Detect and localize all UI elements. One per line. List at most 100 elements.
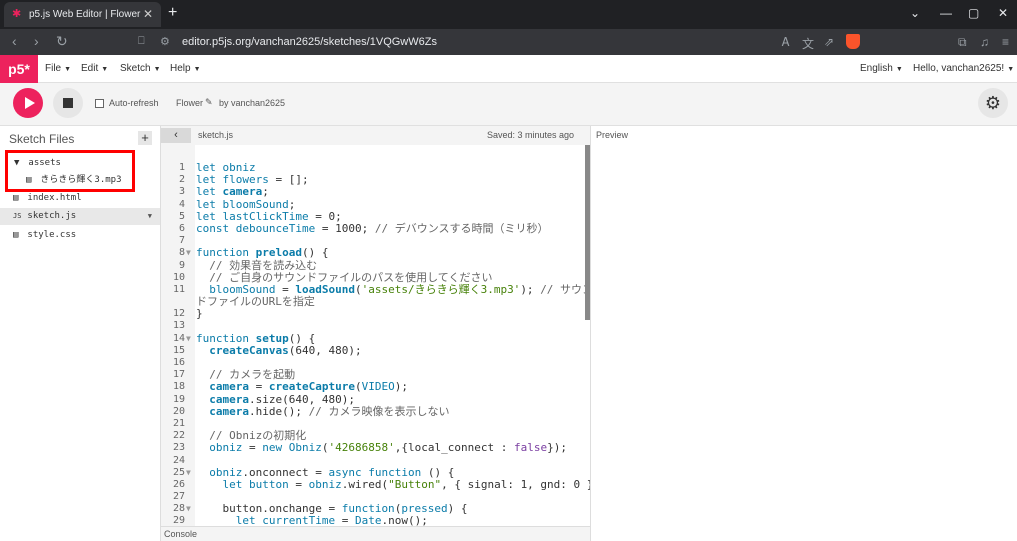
chevron-down-icon: ▼ (153, 66, 161, 73)
add-file-button[interactable]: + (138, 131, 152, 145)
back-icon[interactable]: ‹ (12, 33, 17, 49)
chevron-down-icon: ▼ (1007, 66, 1015, 73)
line-number: 12 (172, 308, 185, 320)
reload-icon[interactable]: ↻ (56, 33, 68, 50)
browser-tabbar: ✱ p5.js Web Editor | Flower ✕ + ⌄ — ▢ ✕ (0, 0, 1017, 29)
menu-sketch-label: Sketch (120, 63, 151, 74)
new-tab-icon[interactable]: + (168, 4, 177, 22)
url-field[interactable]: ⚙ editor.p5js.org/vanchan2625/sketches/1… (160, 33, 860, 52)
sketch-name[interactable]: Flower (176, 98, 203, 108)
line-number: 23 (172, 442, 185, 454)
line-number: 4 (178, 198, 185, 210)
line-number: 17 (172, 369, 185, 381)
bookmark-icon[interactable]: ⎕ (138, 35, 145, 48)
line-number: 22 (172, 430, 185, 442)
media-icon[interactable]: ♫ (980, 35, 989, 49)
translate-icon[interactable]: 文 (802, 35, 814, 52)
js-file-icon: JS (13, 212, 22, 220)
line-number: 24 (172, 454, 185, 466)
close-window-icon[interactable]: ✕ (998, 6, 1008, 20)
chevron-down-icon[interactable]: ▼ (148, 208, 152, 225)
code-editor[interactable]: 1 let obniz 2 let flowers = []; 3 let camer… (161, 145, 590, 526)
settings-button[interactable]: ⚙ (978, 88, 1008, 118)
menu-sketch[interactable]: Sketch ▼ (120, 63, 161, 74)
line-number: 19 (172, 393, 185, 405)
line-number: 11 (172, 283, 185, 295)
url-text: editor.p5js.org/vanchan2625/sketches/1VQ… (182, 36, 437, 48)
sidebar-title: Sketch Files (9, 132, 75, 146)
menu-icon[interactable]: ≡ (1002, 35, 1009, 49)
chevron-down-icon: ▼ (64, 66, 72, 73)
file-label: sketch.js (27, 211, 77, 221)
language-label: English (860, 63, 893, 74)
brave-shield-icon[interactable] (846, 34, 860, 49)
stop-button[interactable] (53, 88, 83, 118)
browser-tab[interactable]: ✱ p5.js Web Editor | Flower ✕ (4, 2, 161, 27)
line-number: 16 (172, 357, 185, 369)
menu-edit-label: Edit (81, 63, 99, 74)
share-icon[interactable]: ⇗ (824, 35, 834, 49)
reader-mode-icon[interactable]: Ꭺ (782, 35, 790, 50)
sketch-toolbar: Auto-refresh Flower ✎ by vanchan2625 ⚙ (0, 83, 1017, 126)
file-item-style[interactable]: ▤ style.css (0, 227, 160, 244)
collapse-sidebar-button[interactable]: ‹ (161, 128, 191, 143)
chevron-down-icon: ▼ (193, 66, 201, 73)
menu-file-label: File (45, 63, 62, 74)
line-number: 9 (178, 259, 185, 271)
console-label: Console (164, 529, 198, 539)
p5-logo[interactable]: p5* (0, 55, 38, 83)
file-item-sketch[interactable]: JS sketch.js ▼ (0, 208, 160, 225)
line-number: 26 (172, 478, 185, 490)
p5-asterisk-icon: ✱ (12, 8, 22, 20)
line-number: 6 (178, 222, 185, 234)
line-number: 21 (172, 417, 185, 429)
line-number: 27 (172, 491, 185, 503)
line-number: 28 (172, 503, 185, 515)
preview-label: Preview (596, 130, 629, 140)
auto-refresh-label: Auto-refresh (109, 98, 159, 108)
chevron-down-icon: ▼ (895, 66, 903, 73)
auto-refresh-checkbox[interactable] (95, 99, 104, 108)
app-header: p5* File ▼ Edit ▼ Sketch ▼ Help ▼ English ▼ H… (0, 55, 1017, 83)
file-label: style.css (27, 230, 77, 240)
line-number: 1 (178, 162, 185, 173)
file-label: index.html (27, 193, 82, 203)
browser-window: ✱ p5.js Web Editor | Flower ✕ + ⌄ — ▢ ✕ … (0, 0, 1017, 541)
maximize-icon[interactable]: ▢ (968, 6, 979, 20)
menu-edit[interactable]: Edit ▼ (81, 63, 108, 74)
file-item-index[interactable]: ▤ index.html (0, 190, 160, 207)
line-number: 20 (172, 405, 185, 417)
tab-search-icon[interactable]: ⌄ (910, 6, 920, 20)
minimize-icon[interactable]: — (940, 6, 952, 20)
extensions-icon[interactable]: ⧉ (958, 35, 967, 50)
line-number: 14 (172, 332, 185, 344)
menu-help[interactable]: Help ▼ (170, 63, 201, 74)
code-area[interactable]: 1 let obniz 2 let flowers = []; 3 let camer… (161, 161, 590, 526)
user-menu[interactable]: Hello, vanchan2625! ▼ (913, 63, 1014, 74)
file-icon: ▤ (13, 193, 19, 203)
play-button[interactable] (13, 88, 43, 118)
pencil-icon[interactable]: ✎ (205, 97, 213, 108)
close-tab-icon[interactable]: ✕ (143, 7, 153, 21)
user-greeting: Hello, vanchan2625! (913, 63, 1005, 74)
file-icon: ▤ (13, 230, 19, 240)
menu-help-label: Help (170, 63, 191, 74)
menu-file[interactable]: File ▼ (45, 63, 71, 74)
highlight-box (5, 150, 135, 192)
console-bar[interactable]: Console (161, 526, 590, 541)
saved-status: Saved: 3 minutes ago (487, 130, 575, 140)
line-number: 5 (178, 210, 185, 222)
gear-icon: ⚙ (984, 93, 1002, 113)
forward-icon[interactable]: › (34, 33, 39, 49)
line-number: 10 (172, 271, 185, 283)
browser-addressbar: ‹ › ↻ ⎕ ⚙ editor.p5js.org/vanchan2625/sk… (0, 29, 1017, 55)
line-number: 3 (178, 186, 185, 198)
chevron-down-icon: ▼ (101, 66, 109, 73)
language-selector[interactable]: English ▼ (860, 63, 903, 74)
line-number: 18 (172, 381, 185, 393)
site-info-icon[interactable]: ⚙ (160, 33, 170, 52)
line-number: 15 (172, 344, 185, 356)
line-number: 7 (178, 235, 185, 247)
editor-filename: sketch.js (198, 130, 234, 140)
line-number: 29 (172, 515, 185, 526)
